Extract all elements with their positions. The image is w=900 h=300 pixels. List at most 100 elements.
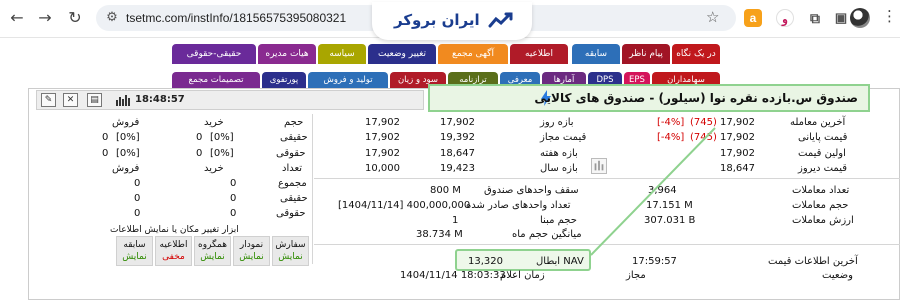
vol-real-sell: 0 (102, 132, 109, 143)
toggle-button[interactable]: سفارش نمایش (272, 236, 309, 266)
menu-tab-6[interactable]: سیاسه (318, 44, 366, 64)
menu-tab-sub-7[interactable]: تولید و فروش (308, 72, 388, 88)
week-range-low: 17,902 (365, 148, 400, 159)
week-range-label: بازه هفته (540, 148, 578, 159)
chart-bars-icon[interactable] (115, 94, 131, 106)
toggle-button[interactable]: اطلاعیه مخفی (155, 236, 192, 266)
menu-tab-8[interactable]: حقیقی-حقوقی (172, 44, 256, 64)
count-header: تعداد (282, 163, 303, 174)
toggle-button[interactable]: همگروه نمایش (194, 236, 231, 266)
row-divider (314, 178, 900, 179)
base-volume-value: 1 (452, 215, 459, 226)
menu-tab-2[interactable]: سابقه (572, 44, 620, 64)
reload-icon[interactable]: ↻ (66, 9, 84, 27)
print-icon[interactable]: ▤ (87, 93, 102, 107)
bookmark-star-icon[interactable]: ☆ (706, 8, 719, 26)
toggle-button-state: نمایش (122, 252, 147, 262)
toggle-button[interactable]: نمودار نمایش (233, 236, 270, 266)
year-range-label: بازه سال (540, 163, 578, 174)
cnt-legal-sell: 0 (134, 208, 141, 219)
menu-tab-sub-9[interactable]: تصمیمات مجمع (172, 72, 260, 88)
instrument-title: صندوق س.بازده نقره نوا (سیلور) - صندوق ه… (534, 91, 858, 105)
open-label: اولین قیمت (798, 148, 846, 159)
allowed-range-high: 19,392 (440, 132, 475, 143)
extension-v-icon[interactable]: و (776, 9, 794, 27)
instrument-title-bar: صندوق س.بازده نقره نوا (سیلور) - صندوق ه… (428, 84, 870, 112)
open-value: 17,902 (720, 148, 755, 159)
menu-tab-sub-8[interactable]: پورتفوی (262, 72, 306, 88)
vol-legal-buy: 0 (196, 148, 203, 159)
trade-value-label: ارزش معاملات (792, 215, 854, 226)
brand-logo-text: ایران بروکر (394, 11, 480, 29)
allowed-range-low: 17,902 (365, 132, 400, 143)
last-trade-change: (745) (690, 117, 717, 128)
forward-icon[interactable]: → (36, 9, 54, 27)
day-range-high: 17,902 (440, 117, 475, 128)
year-range-low: 10,000 (365, 163, 400, 174)
fund-issued-value: [1404/11/14] 400,000,000 (338, 200, 471, 211)
cnt-real-sell: 0 (134, 193, 141, 204)
sidebar-icon[interactable]: ▣ (832, 9, 850, 27)
menu-tab-3[interactable]: اطلاعیه (510, 44, 568, 64)
price-history-icon[interactable] (591, 158, 607, 174)
row-real-label: حقیقی (280, 132, 308, 143)
close-change: (745) (690, 132, 717, 143)
trade-count-label: تعداد معاملات (792, 185, 850, 196)
menu-tab-0[interactable]: در یک نگاه (672, 44, 720, 64)
cnt-total-sell: 0 (134, 178, 141, 189)
close-label: قیمت پایانی (798, 132, 848, 143)
week-range-high: 18,647 (440, 148, 475, 159)
trade-count-value: 3,964 (648, 185, 677, 196)
day-range-low: 17,902 (365, 117, 400, 128)
site-info-icon[interactable]: ⚙ (104, 10, 120, 26)
toggle-button-state: نمایش (278, 252, 303, 262)
profile-avatar[interactable] (850, 8, 870, 28)
menu-tab-4[interactable]: آگهی مجمع (438, 44, 508, 64)
vol-legal-sell-pct: [0%] (116, 148, 140, 159)
toggle-button-state: مخفی (162, 252, 185, 262)
row-divider (314, 244, 900, 245)
yesterday-label: قیمت دیروز (798, 163, 847, 174)
toggle-button-state: نمایش (239, 252, 264, 262)
nav-time-label: زمان اعلام (500, 270, 545, 281)
allowed-range-label: قیمت مجاز (540, 132, 587, 143)
count-sell-header: فروش (112, 163, 140, 174)
menu-tab-1[interactable]: پیام ناظر (622, 44, 670, 64)
row-legal-label: حقوقی (276, 148, 306, 159)
url-text[interactable]: tsetmc.com/instInfo/18156575395080321 (126, 11, 346, 25)
toggle-button-label: نمودار (239, 240, 264, 250)
extension-a-icon[interactable]: a (744, 9, 762, 27)
toggle-button[interactable]: سابقه نمایش (116, 236, 153, 266)
toggle-button-state: نمایش (200, 252, 225, 262)
cnt-real-buy: 0 (230, 193, 237, 204)
last-trade-label: آخرین معامله (790, 117, 846, 128)
menu-tab-7[interactable]: هیات مدیره (258, 44, 316, 64)
base-volume-label: حجم مبنا (540, 215, 577, 226)
fund-cap-label: سقف واحدهای صندوق (484, 185, 579, 196)
trade-volume-label: حجم معاملات (792, 200, 849, 211)
count-buy-header: خرید (204, 163, 224, 174)
close-pct: [-4%] (657, 132, 685, 143)
brand-logo-icon (488, 12, 513, 28)
close-value: 17,902 (720, 132, 755, 143)
tools-icon[interactable]: ✕ (63, 93, 78, 107)
last-info-value: 17:59:57 (632, 256, 677, 267)
browser-menu-icon[interactable]: ⋮ (882, 7, 897, 25)
avg-volume-label: میانگین حجم ماه (512, 229, 582, 240)
last-trade-value: 17,902 (720, 117, 755, 128)
toggle-button-label: اطلاعیه (159, 240, 188, 250)
edit-icon[interactable]: ✎ (41, 93, 56, 107)
back-icon[interactable]: ← (8, 9, 26, 27)
row-total-label: مجموع (278, 178, 307, 189)
extensions-puzzle-icon[interactable]: ⧉ (806, 9, 824, 27)
trade-volume-value: 17.151 M (646, 200, 693, 211)
col-sell-header: فروش (112, 117, 140, 128)
trade-value-value: 307.031 B (644, 215, 696, 226)
fund-issued-label: تعداد واحدهای صادر شده (466, 200, 571, 211)
vol-real-buy: 0 (196, 132, 203, 143)
tools-title: ابزار تغییر مکان یا نمایش اطلاعات (110, 225, 239, 235)
column-divider (312, 114, 313, 264)
menu-tab-5[interactable]: تغییر وضعیت (368, 44, 436, 64)
toggle-button-label: همگروه (198, 240, 227, 250)
cnt-real-label: حقیقی (280, 193, 308, 204)
